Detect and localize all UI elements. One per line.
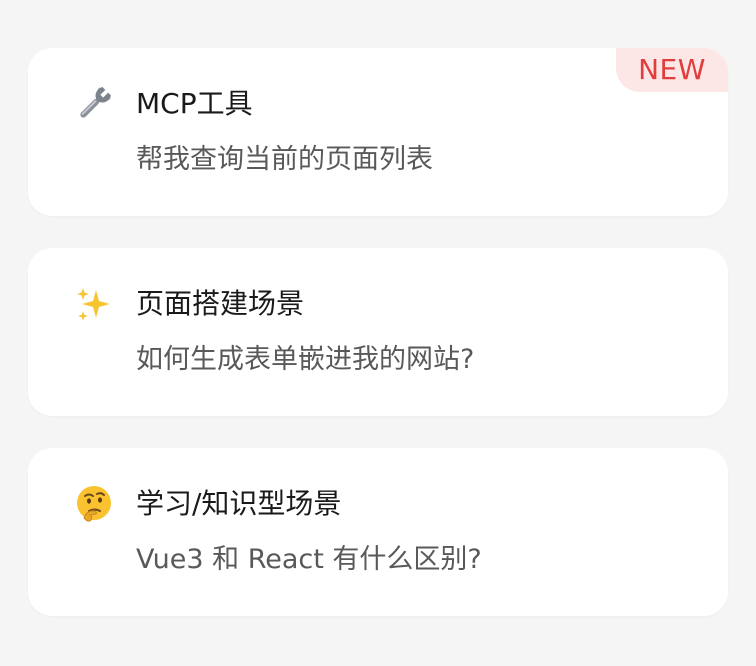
suggestion-card-mcp-tools[interactable]: NEW MCP工具 帮我查询当前的页面列表: [28, 48, 728, 216]
card-description: 如何生成表单嵌进我的网站?: [136, 344, 475, 375]
card-description: Vue3 和 React 有什么区别?: [136, 544, 482, 575]
card-title: 页面搭建场景: [136, 287, 305, 320]
card-title: 学习/知识型场景: [136, 487, 342, 520]
suggestion-card-learning[interactable]: 学习/知识型场景 Vue3 和 React 有什么区别?: [28, 448, 728, 616]
sparkles-icon: [74, 284, 114, 324]
thinking-face-icon: [74, 484, 114, 524]
card-title: MCP工具: [136, 87, 253, 120]
wrench-icon: [74, 84, 114, 124]
card-description: 帮我查询当前的页面列表: [136, 144, 433, 175]
suggestion-card-page-building[interactable]: 页面搭建场景 如何生成表单嵌进我的网站?: [28, 248, 728, 416]
new-badge: NEW: [616, 48, 728, 92]
